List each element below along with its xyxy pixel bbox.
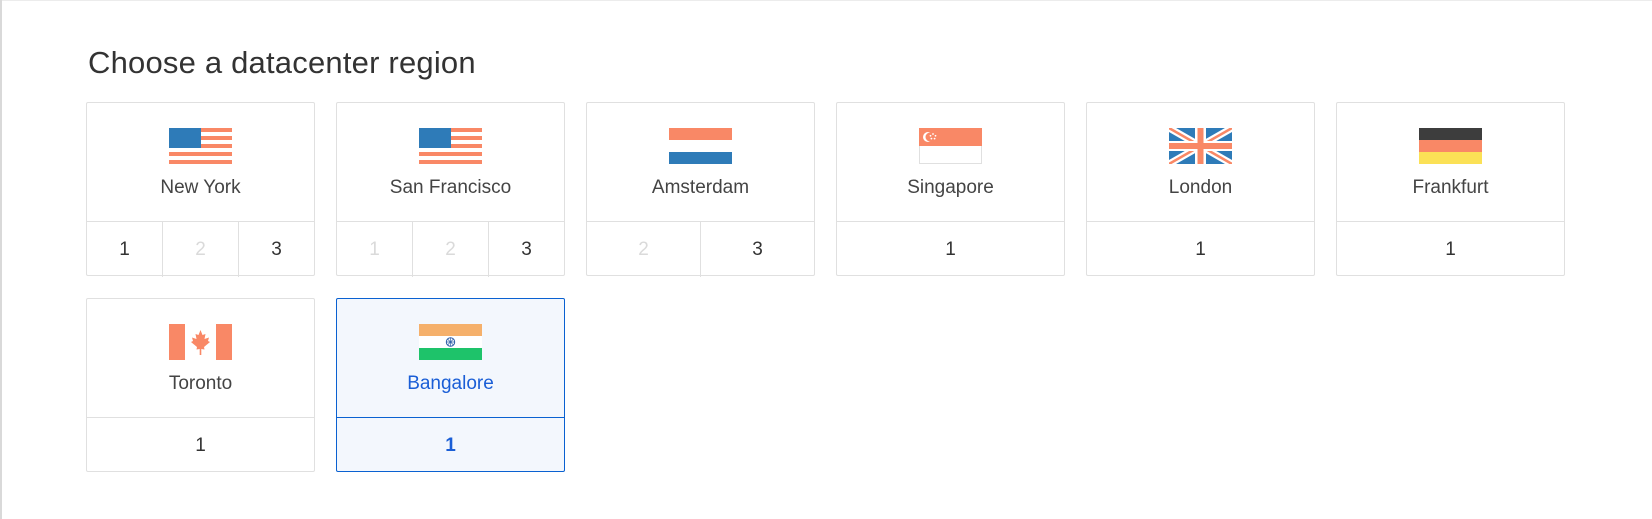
region-card-london[interactable]: London 1 <box>1086 102 1315 276</box>
size-option-3[interactable]: 3 <box>488 222 564 277</box>
size-option-1[interactable]: 1 <box>1337 222 1564 277</box>
region-card-frankfurt[interactable]: Frankfurt 1 <box>1336 102 1565 276</box>
size-option-1[interactable]: 1 <box>837 222 1064 277</box>
india-flag-icon <box>419 324 482 360</box>
size-option-1-selected[interactable]: 1 <box>337 418 564 473</box>
region-card-toronto[interactable]: Toronto 1 <box>86 298 315 472</box>
region-city-label: Toronto <box>168 373 233 394</box>
canada-flag-icon <box>169 324 232 360</box>
singapore-flag-icon <box>919 128 982 164</box>
size-option-1[interactable]: 1 <box>87 418 314 473</box>
size-options: 2 3 <box>587 221 814 277</box>
region-card-header[interactable]: London <box>1087 103 1314 221</box>
window-left-border <box>0 0 2 519</box>
size-options: 1 <box>837 221 1064 277</box>
size-option-3[interactable]: 3 <box>238 222 314 277</box>
region-card-header[interactable]: Toronto <box>87 299 314 417</box>
region-card-header[interactable]: New York <box>87 103 314 221</box>
netherlands-flag-icon <box>669 128 732 164</box>
germany-flag-icon <box>1419 128 1482 164</box>
region-card-new-york[interactable]: New York 1 2 3 <box>86 102 315 277</box>
region-card-amsterdam[interactable]: Amsterdam 2 3 <box>586 102 815 277</box>
region-card-bangalore[interactable]: Bangalore 1 <box>336 298 565 472</box>
region-city-label: Frankfurt <box>1412 177 1489 198</box>
size-option-2-disabled: 2 <box>412 222 488 277</box>
region-card-header[interactable]: Amsterdam <box>587 103 814 221</box>
size-options: 1 <box>87 417 314 473</box>
us-flag-icon <box>419 128 482 164</box>
region-card-header[interactable]: Bangalore <box>337 299 564 417</box>
size-options: 1 <box>1337 221 1564 277</box>
region-city-label: San Francisco <box>389 177 512 198</box>
region-city-label: Bangalore <box>407 373 494 394</box>
region-card-san-francisco[interactable]: San Francisco 1 2 3 <box>336 102 565 277</box>
window-top-border <box>0 0 1652 1</box>
size-options: 1 <box>1087 221 1314 277</box>
region-card-header[interactable]: Singapore <box>837 103 1064 221</box>
uk-flag-icon <box>1169 128 1232 164</box>
size-option-3[interactable]: 3 <box>700 222 814 277</box>
size-options: 1 2 3 <box>87 221 314 277</box>
region-city-label: Amsterdam <box>651 177 750 198</box>
region-card-singapore[interactable]: Singapore 1 <box>836 102 1065 276</box>
size-option-1[interactable]: 1 <box>1087 222 1314 277</box>
size-option-1[interactable]: 1 <box>87 222 162 277</box>
region-card-header[interactable]: San Francisco <box>337 103 564 221</box>
size-options: 1 2 3 <box>337 221 564 277</box>
size-option-1-disabled: 1 <box>369 238 380 260</box>
us-flag-icon <box>169 128 232 164</box>
region-city-label: New York <box>160 177 241 198</box>
region-city-label: Singapore <box>907 177 994 198</box>
page-title: Choose a datacenter region <box>88 45 476 80</box>
region-card-header[interactable]: Frankfurt <box>1337 103 1564 221</box>
region-city-label: London <box>1168 177 1233 198</box>
size-option-2-disabled: 2 <box>162 222 238 277</box>
size-options: 1 <box>337 417 564 473</box>
size-option-2-disabled: 2 <box>638 238 649 260</box>
